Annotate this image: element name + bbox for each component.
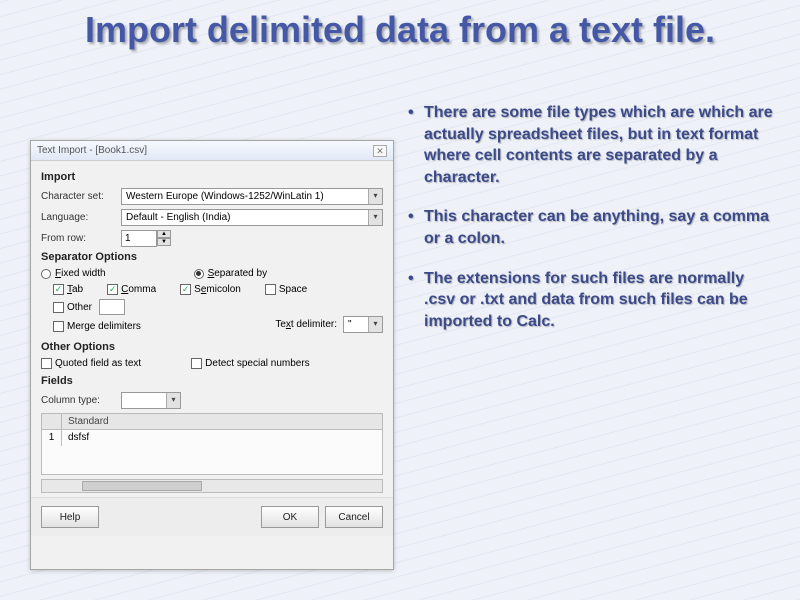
preview-cell: dsfsf (62, 430, 95, 446)
preview-col-header[interactable]: Standard (62, 414, 115, 429)
preview-horizontal-scrollbar[interactable] (41, 479, 383, 493)
radio-icon (41, 269, 51, 279)
separated-by-radio[interactable]: Separated by (194, 268, 268, 279)
close-icon[interactable]: ✕ (373, 145, 387, 157)
bullet-1: There are some file types which are whic… (408, 102, 778, 188)
semicolon-label: Semicolon (194, 284, 241, 295)
comma-checkbox[interactable]: ✓Comma (107, 284, 156, 295)
preview-corner (42, 414, 62, 429)
spin-up-icon[interactable]: ▲ (157, 230, 171, 238)
fromrow-spinner[interactable]: ▲ ▼ (121, 230, 171, 247)
semicolon-checkbox[interactable]: ✓Semicolon (180, 284, 241, 295)
column-type-label: Column type: (41, 395, 121, 406)
scrollbar-thumb[interactable] (82, 481, 202, 491)
spin-down-icon[interactable]: ▼ (157, 238, 171, 246)
language-dropdown[interactable]: Default - English (India) ▾ (121, 209, 383, 226)
chevron-down-icon[interactable]: ▾ (368, 210, 382, 225)
tab-label: Tab (67, 284, 83, 295)
language-label: Language: (41, 212, 121, 223)
ok-button[interactable]: OK (261, 506, 319, 528)
fixed-width-radio[interactable]: Fixed width (41, 268, 106, 279)
quoted-field-checkbox[interactable]: Quoted field as text (41, 358, 141, 369)
bullet-list: There are some file types which are whic… (408, 102, 778, 350)
preview-row: 1 dsfsf (42, 430, 382, 446)
chevron-down-icon[interactable]: ▾ (368, 317, 382, 332)
detect-special-checkbox[interactable]: Detect special numbers (191, 358, 310, 369)
charset-value: Western Europe (Windows-1252/WinLatin 1) (122, 191, 368, 202)
bullet-2: This character can be anything, say a co… (408, 206, 778, 249)
tab-checkbox[interactable]: ✓Tab (53, 284, 83, 295)
cancel-button[interactable]: Cancel (325, 506, 383, 528)
separated-by-label: Separated by (208, 268, 268, 279)
charset-dropdown[interactable]: Western Europe (Windows-1252/WinLatin 1)… (121, 188, 383, 205)
fixed-width-label: Fixed width (55, 268, 106, 279)
bullet-3: The extensions for such files are normal… (408, 268, 778, 333)
chevron-down-icon[interactable]: ▾ (368, 189, 382, 204)
radio-selected-icon (194, 269, 204, 279)
other-label: Other (67, 302, 92, 313)
text-import-dialog: Text Import - [Book1.csv] ✕ Import Chara… (30, 140, 394, 570)
dialog-title: Text Import - [Book1.csv] (37, 145, 147, 156)
fromrow-label: From row: (41, 233, 121, 244)
language-value: Default - English (India) (122, 212, 368, 223)
space-checkbox[interactable]: Space (265, 284, 307, 295)
other-options-heading: Other Options (41, 341, 383, 353)
charset-label: Character set: (41, 191, 121, 202)
text-delimiter-label: Text delimiter: (275, 319, 337, 330)
separator-heading: Separator Options (41, 251, 383, 263)
preview-row-num: 1 (42, 430, 62, 446)
space-label: Space (279, 284, 307, 295)
chevron-down-icon[interactable]: ▾ (166, 393, 180, 408)
column-type-dropdown[interactable]: ▾ (121, 392, 181, 409)
other-input[interactable] (99, 299, 125, 315)
fromrow-input[interactable] (121, 230, 157, 247)
fields-heading: Fields (41, 375, 383, 387)
dialog-titlebar[interactable]: Text Import - [Book1.csv] ✕ (31, 141, 393, 161)
other-checkbox[interactable]: Other (53, 299, 125, 315)
detect-label: Detect special numbers (205, 358, 310, 369)
fields-preview[interactable]: Standard 1 dsfsf (41, 413, 383, 475)
comma-label: Comma (121, 284, 156, 295)
text-delimiter-dropdown[interactable]: " ▾ (343, 316, 383, 333)
text-delimiter-value: " (344, 319, 368, 330)
slide-title: Import delimited data from a text file. (0, 0, 800, 50)
import-heading: Import (41, 171, 383, 183)
quoted-label: Quoted field as text (55, 358, 141, 369)
merge-label: Merge delimiters (67, 321, 141, 332)
help-button[interactable]: Help (41, 506, 99, 528)
